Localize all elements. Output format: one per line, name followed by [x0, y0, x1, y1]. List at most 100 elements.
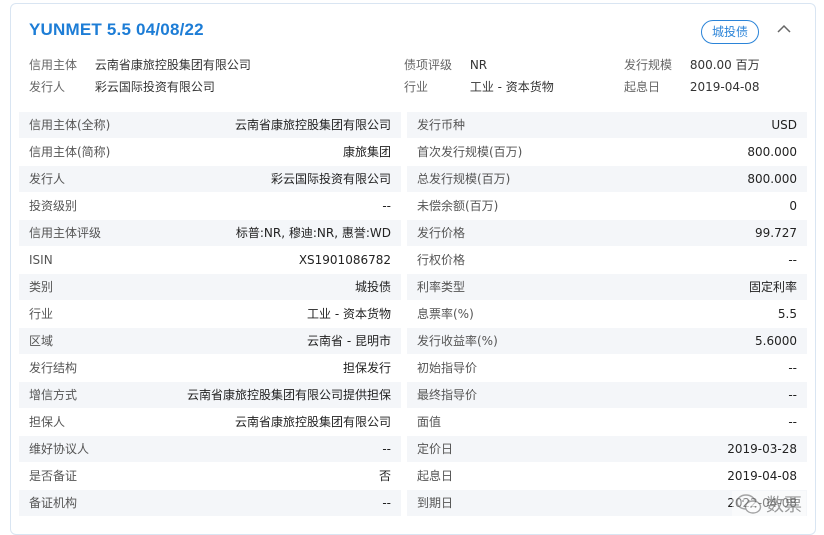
summary-value: 云南省康旅控股集团有限公司 — [94, 58, 251, 72]
field-label: 到期日 — [417, 496, 454, 510]
field-value: 云南省康旅控股集团有限公司 — [234, 118, 391, 132]
left-cell: 类别 城投债 — [19, 274, 401, 300]
summary-issue-size: 发行规模 800.00 百万 — [624, 56, 760, 73]
right-cell: 起息日 2019-04-08 — [407, 463, 807, 489]
field-value: XS1901086782 — [298, 253, 391, 267]
summary-label: 行业 — [404, 80, 429, 94]
table-row: 是否备证 否 起息日 2019-04-08 — [19, 463, 807, 490]
field-label: 担保人 — [29, 415, 66, 429]
field-value: 云南省康旅控股集团有限公司提供担保 — [186, 388, 391, 402]
field-value: 担保发行 — [342, 361, 391, 375]
table-row: 信用主体评级 标普:NR, 穆迪:NR, 惠誉:WD 发行价格 99.727 — [19, 220, 807, 247]
field-label: 是否备证 — [29, 469, 78, 483]
field-label: 区域 — [29, 334, 54, 348]
summary-label: 起息日 — [624, 80, 661, 94]
field-value: USD — [771, 118, 797, 132]
summary-value: 工业 - 资本货物 — [469, 80, 554, 94]
left-cell: 是否备证 否 — [19, 463, 401, 489]
table-row: ISIN XS1901086782 行权价格 -- — [19, 247, 807, 274]
field-value: 2019-03-28 — [727, 442, 797, 456]
field-value: 标普:NR, 穆迪:NR, 惠誉:WD — [235, 226, 391, 240]
left-cell: 担保人 云南省康旅控股集团有限公司 — [19, 409, 401, 435]
right-cell: 首次发行规模(百万) 800.000 — [407, 139, 807, 165]
right-cell: 定价日 2019-03-28 — [407, 436, 807, 462]
table-row: 担保人 云南省康旅控股集团有限公司 面值 -- — [19, 409, 807, 436]
field-label: ISIN — [29, 253, 53, 267]
field-value: 云南省 - 昆明市 — [307, 334, 391, 348]
summary-value: 800.00 百万 — [689, 58, 760, 72]
table-row: 投资级别 -- 未偿余额(百万) 0 — [19, 193, 807, 220]
field-label: 发行人 — [29, 172, 66, 186]
bond-title: YUNMET 5.5 04/08/22 — [29, 20, 204, 39]
category-badge[interactable]: 城投债 — [700, 20, 759, 44]
field-value: 固定利率 — [748, 280, 797, 294]
field-value: -- — [788, 253, 797, 267]
field-label: 面值 — [417, 415, 442, 429]
right-cell: 发行价格 99.727 — [407, 220, 807, 246]
field-label: 发行结构 — [29, 361, 78, 375]
left-cell: ISIN XS1901086782 — [19, 247, 401, 273]
right-cell: 总发行规模(百万) 800.000 — [407, 166, 807, 192]
table-row: 发行人 彩云国际投资有限公司 总发行规模(百万) 800.000 — [19, 166, 807, 193]
table-row: 信用主体(全称) 云南省康旅控股集团有限公司 发行币种 USD — [19, 112, 807, 139]
field-label: 起息日 — [417, 469, 454, 483]
detail-table: 信用主体(全称) 云南省康旅控股集团有限公司 发行币种 USD 信用主体(简称) 康旅集团… — [19, 112, 807, 517]
table-row: 信用主体(简称) 康旅集团 首次发行规模(百万) 800.000 — [19, 139, 807, 166]
summary-label: 发行规模 — [624, 58, 673, 72]
summary-value: 2019-04-08 — [689, 80, 760, 94]
table-row: 行业 工业 - 资本货物 息票率(%) 5.5 — [19, 301, 807, 328]
right-cell: 发行收益率(%) 5.6000 — [407, 328, 807, 354]
field-label: 行业 — [29, 307, 54, 321]
right-cell: 未偿余额(百万) 0 — [407, 193, 807, 219]
field-value: 城投债 — [354, 280, 391, 294]
summary-value-date: 起息日 2019-04-08 — [624, 78, 760, 95]
field-value: 否 — [378, 469, 391, 483]
field-value: -- — [788, 361, 797, 375]
summary-credit-entity: 信用主体 云南省康旅控股集团有限公司 — [29, 56, 251, 73]
left-cell: 行业 工业 - 资本货物 — [19, 301, 401, 327]
left-cell: 备证机构 -- — [19, 490, 401, 516]
right-cell: 利率类型 固定利率 — [407, 274, 807, 300]
left-cell: 发行结构 担保发行 — [19, 355, 401, 381]
left-cell: 增信方式 云南省康旅控股集团有限公司提供担保 — [19, 382, 401, 408]
field-value: 彩云国际投资有限公司 — [270, 172, 391, 186]
summary-bond-rating: 债项评级 NR — [404, 56, 487, 73]
right-cell: 初始指导价 -- — [407, 355, 807, 381]
field-value: -- — [788, 415, 797, 429]
field-label: 首次发行规模(百万) — [417, 145, 523, 159]
field-label: 定价日 — [417, 442, 454, 456]
field-value: 5.5 — [777, 307, 797, 321]
field-value: 2019-04-08 — [727, 469, 797, 483]
table-row: 备证机构--到期日2022-04-08 — [19, 490, 807, 517]
field-value: 800.000 — [747, 172, 797, 186]
field-value: 云南省康旅控股集团有限公司 — [234, 415, 391, 429]
summary-label: 信用主体 — [29, 58, 78, 72]
left-cell: 信用主体评级 标普:NR, 穆迪:NR, 惠誉:WD — [19, 220, 401, 246]
field-label: 行权价格 — [417, 253, 466, 267]
left-cell: 信用主体(简称) 康旅集团 — [19, 139, 401, 165]
left-cell: 区域 云南省 - 昆明市 — [19, 328, 401, 354]
field-value: 康旅集团 — [342, 145, 391, 159]
field-value: -- — [788, 388, 797, 402]
field-value: 800.000 — [747, 145, 797, 159]
chevron-up-icon[interactable] — [775, 22, 793, 36]
field-label: 信用主体(简称) — [29, 145, 111, 159]
field-label: 维好协议人 — [29, 442, 90, 456]
table-row: 增信方式 云南省康旅控股集团有限公司提供担保 最终指导价 -- — [19, 382, 807, 409]
field-label: 总发行规模(百万) — [417, 172, 511, 186]
right-cell: 息票率(%) 5.5 — [407, 301, 807, 327]
summary-issuer: 发行人 彩云国际投资有限公司 — [29, 78, 215, 95]
wechat-icon — [736, 494, 762, 514]
summary-value: 彩云国际投资有限公司 — [94, 80, 215, 94]
field-value: 99.727 — [755, 226, 797, 240]
field-value: 工业 - 资本货物 — [307, 307, 391, 321]
field-label: 初始指导价 — [417, 361, 478, 375]
table-row: 类别 城投债 利率类型 固定利率 — [19, 274, 807, 301]
watermark: 数票 — [732, 491, 806, 517]
watermark-text: 数票 — [766, 495, 802, 516]
field-label: 发行币种 — [417, 118, 466, 132]
field-label: 投资级别 — [29, 199, 78, 213]
field-label: 信用主体(全称) — [29, 118, 111, 132]
summary-value: NR — [469, 58, 488, 72]
field-value: -- — [382, 496, 391, 510]
